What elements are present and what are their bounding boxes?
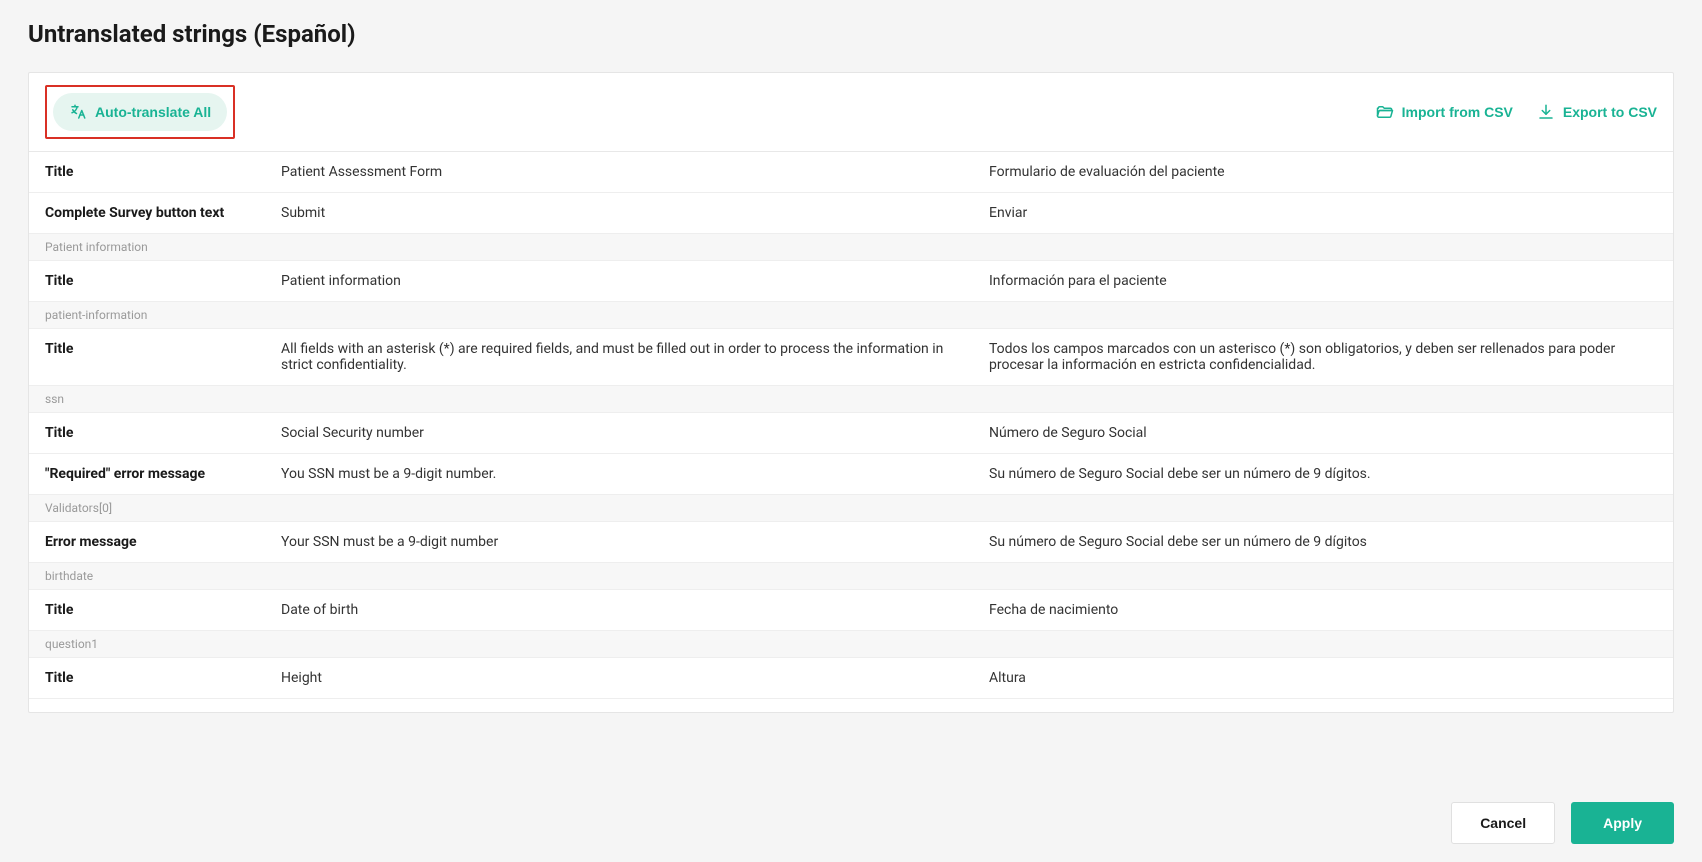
group-header: patient-information xyxy=(29,302,1673,329)
translate-icon xyxy=(69,103,87,121)
row-source-text: All fields with an asterisk (*) are requ… xyxy=(281,341,973,373)
row-target-text[interactable]: Todos los campos marcados con un asteris… xyxy=(989,341,1657,373)
footer-actions: Cancel Apply xyxy=(0,784,1702,862)
row-source-text: Ex: 5'9'' xyxy=(281,711,973,712)
table-row[interactable]: Error message Your SSN must be a 9-digit … xyxy=(29,522,1673,563)
row-key-label: Title xyxy=(45,425,265,441)
highlight-auto-translate: Auto-translate All xyxy=(45,85,235,139)
group-header: birthdate xyxy=(29,563,1673,590)
table-row[interactable]: Title Social Security number Número de Seg… xyxy=(29,413,1673,454)
table-row[interactable]: Description Ex: 5'9'' Ej: 5'9'' xyxy=(29,699,1673,712)
cancel-button[interactable]: Cancel xyxy=(1451,802,1555,844)
auto-translate-all-label: Auto-translate All xyxy=(95,104,211,120)
row-key-label: Title xyxy=(45,273,265,289)
row-target-text[interactable]: Su número de Seguro Social debe ser un n… xyxy=(989,466,1657,482)
group-header: ssn xyxy=(29,386,1673,413)
row-key-label: Error message xyxy=(45,534,265,550)
row-key-label: Complete Survey button text xyxy=(45,205,265,221)
table-row[interactable]: Title Patient Assessment Form Formulario d… xyxy=(29,152,1673,193)
row-target-text[interactable]: Altura xyxy=(989,670,1657,686)
row-target-text[interactable]: Número de Seguro Social xyxy=(989,425,1657,441)
row-key-label: Title xyxy=(45,670,265,686)
translation-panel: Auto-translate All Import from CSV Expor… xyxy=(28,72,1674,713)
table-row[interactable]: "Required" error message You SSN must be … xyxy=(29,454,1673,495)
row-key-label: "Required" error message xyxy=(45,466,265,482)
row-source-text: You SSN must be a 9-digit number. xyxy=(281,466,973,482)
row-source-text: Submit xyxy=(281,205,973,221)
export-to-csv-label: Export to CSV xyxy=(1563,104,1657,120)
apply-button[interactable]: Apply xyxy=(1571,802,1674,844)
row-target-text[interactable]: Su número de Seguro Social debe ser un n… xyxy=(989,534,1657,550)
folder-open-icon xyxy=(1376,103,1394,121)
row-source-text: Social Security number xyxy=(281,425,973,441)
download-icon xyxy=(1537,103,1555,121)
row-target-text[interactable]: Ej: 5'9'' xyxy=(989,711,1657,712)
row-key-label: Title xyxy=(45,341,265,357)
row-target-text[interactable]: Formulario de evaluación del paciente xyxy=(989,164,1657,180)
import-from-csv-button[interactable]: Import from CSV xyxy=(1376,103,1513,121)
row-source-text: Height xyxy=(281,670,973,686)
rows-scroll-area[interactable]: Title Patient Assessment Form Formulario d… xyxy=(29,152,1673,712)
table-row[interactable]: Title All fields with an asterisk (*) are… xyxy=(29,329,1673,386)
export-to-csv-button[interactable]: Export to CSV xyxy=(1537,103,1657,121)
group-header: question1 xyxy=(29,631,1673,658)
toolbar: Auto-translate All Import from CSV Expor… xyxy=(29,73,1673,152)
row-source-text: Your SSN must be a 9-digit number xyxy=(281,534,973,550)
row-source-text: Patient Assessment Form xyxy=(281,164,973,180)
group-header: Patient information xyxy=(29,234,1673,261)
row-key-label: Title xyxy=(45,164,265,180)
row-source-text: Date of birth xyxy=(281,602,973,618)
row-target-text[interactable]: Enviar xyxy=(989,205,1657,221)
page-title: Untranslated strings (Español) xyxy=(28,20,1674,48)
table-row[interactable]: Title Patient information Información para… xyxy=(29,261,1673,302)
group-header: Validators[0] xyxy=(29,495,1673,522)
row-source-text: Patient information xyxy=(281,273,973,289)
row-target-text[interactable]: Fecha de nacimiento xyxy=(989,602,1657,618)
row-key-label: Title xyxy=(45,602,265,618)
table-row[interactable]: Complete Survey button text Submit Enviar xyxy=(29,193,1673,234)
row-target-text[interactable]: Información para el paciente xyxy=(989,273,1657,289)
table-row[interactable]: Title Date of birth Fecha de nacimiento xyxy=(29,590,1673,631)
auto-translate-all-button[interactable]: Auto-translate All xyxy=(53,93,227,131)
table-row[interactable]: Title Height Altura xyxy=(29,658,1673,699)
import-from-csv-label: Import from CSV xyxy=(1402,104,1513,120)
row-key-label: Description xyxy=(45,711,265,712)
